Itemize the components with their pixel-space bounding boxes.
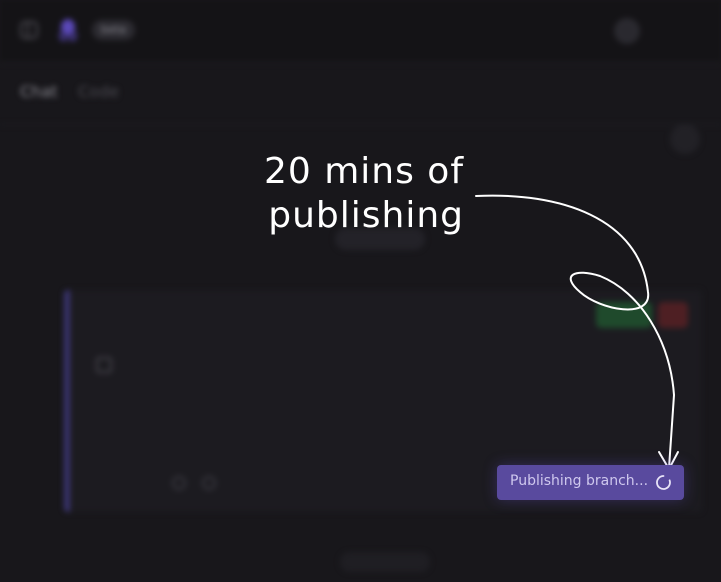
sidebar-toggle-icon[interactable]: [20, 21, 38, 39]
octopus-logo-icon: [59, 19, 77, 42]
tab-code[interactable]: Code: [78, 82, 119, 102]
thumbs-up-icon[interactable]: [172, 476, 186, 490]
spinner-icon: [656, 475, 671, 490]
publishing-branch-label: Publishing branch...: [510, 473, 649, 489]
avatar[interactable]: [614, 18, 640, 44]
approve-button[interactable]: [596, 302, 652, 328]
thumbs-down-icon[interactable]: [202, 476, 216, 490]
annotation-text: 20 mins of publishing: [240, 150, 464, 238]
publishing-branch-button[interactable]: Publishing branch...: [497, 465, 684, 500]
bottom-pill: [340, 552, 430, 572]
annotation-line-1: 20 mins of: [263, 151, 464, 192]
checkbox-icon[interactable]: [96, 357, 112, 373]
beta-badge: beta: [92, 20, 135, 40]
action-round-button[interactable]: [670, 124, 700, 154]
reject-button[interactable]: [658, 302, 688, 328]
annotation-line-2: publishing: [268, 195, 464, 236]
tab-chat[interactable]: Chat: [20, 82, 57, 102]
